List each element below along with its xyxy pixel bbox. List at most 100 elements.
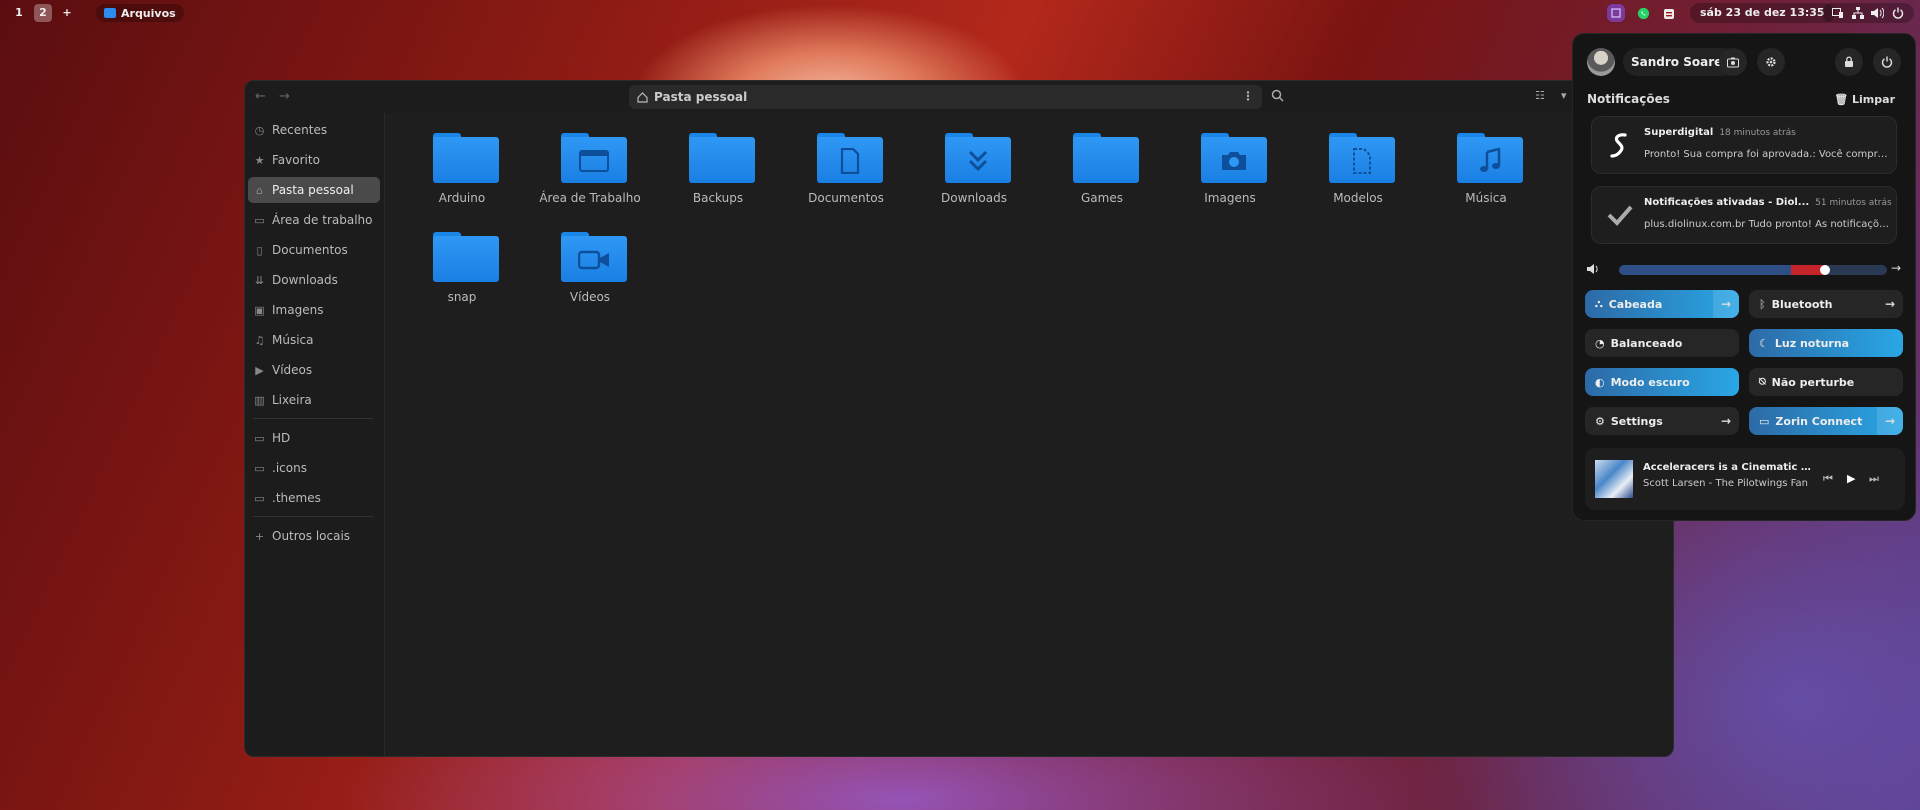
toggle-night-light[interactable]: ☾ Luz noturna: [1749, 329, 1903, 357]
folder-icon: ▭: [254, 461, 265, 475]
volume-slider[interactable]: [1619, 265, 1887, 275]
sidebar-item-pasta-pessoal[interactable]: ⌂ Pasta pessoal: [248, 177, 380, 203]
arrow-right-icon[interactable]: →: [1877, 407, 1903, 435]
plus-icon: +: [254, 529, 265, 543]
sidebar-item-lixeira[interactable]: ▥ Lixeira: [248, 387, 380, 413]
music-icon: ♫: [254, 333, 265, 347]
avatar[interactable]: [1587, 48, 1615, 76]
view-list-icon[interactable]: ☷: [1535, 89, 1545, 102]
folder-musica[interactable]: Música: [1422, 121, 1550, 216]
forward-arrow-icon[interactable]: →: [279, 89, 290, 104]
sidebar-item-videos[interactable]: ▶ Vídeos: [248, 357, 380, 383]
workspace-1[interactable]: 1: [10, 4, 28, 22]
folder-label: Documentos: [808, 191, 884, 205]
toggle-dark-mode[interactable]: ◐ Modo escuro: [1585, 368, 1739, 396]
toggle-wired[interactable]: ⛬ Cabeada →: [1585, 290, 1739, 318]
toggle-do-not-disturb[interactable]: ⍉ Não perturbe: [1749, 368, 1903, 396]
lock-icon[interactable]: [1835, 48, 1863, 76]
clear-notifications-button[interactable]: 🗑︎ Limpar: [1834, 93, 1895, 106]
toggle-bluetooth[interactable]: ᛒ Bluetooth →: [1749, 290, 1903, 318]
active-app-label: Arquivos: [121, 6, 176, 20]
notification-diolinux[interactable]: Notificações ativadas - Diol... 51 minuto…: [1591, 186, 1897, 244]
play-icon[interactable]: ▶: [1847, 472, 1855, 485]
folder-videos[interactable]: Vídeos: [526, 220, 654, 315]
search-icon[interactable]: [1271, 87, 1291, 107]
sidebar-item-label: Área de trabalho: [272, 213, 373, 227]
video-icon: ▶: [255, 363, 264, 377]
sidebar-item-documentos[interactable]: ▯ Documentos: [248, 237, 380, 263]
checkmark-icon: [1604, 199, 1636, 231]
add-workspace-button[interactable]: +: [58, 4, 76, 22]
path-menu-icon[interactable]: ⋮: [1242, 89, 1254, 103]
folder-games[interactable]: Games: [1038, 121, 1166, 216]
back-arrow-icon[interactable]: ←: [255, 89, 266, 104]
sidebar-item-recentes[interactable]: ◷ Recentes: [248, 117, 380, 143]
arrow-right-icon[interactable]: →: [1877, 290, 1903, 318]
toggle-label: Não perturbe: [1771, 375, 1855, 389]
tray-app-icon[interactable]: [1607, 4, 1625, 22]
arrow-right-icon[interactable]: →: [1891, 261, 1901, 275]
screenshot-icon[interactable]: [1719, 48, 1747, 76]
sidebar-item-area-de-trabalho[interactable]: ▭ Área de trabalho: [248, 207, 380, 233]
bell-off-icon: ⍉: [1759, 375, 1766, 388]
drive-icon: ▭: [254, 431, 265, 445]
folder-modelos[interactable]: Modelos: [1294, 121, 1422, 216]
sidebar-item-hd[interactable]: ▭ HD: [248, 425, 380, 451]
document-icon: ▯: [256, 243, 263, 257]
chevron-down-icon[interactable]: ▾: [1561, 89, 1567, 102]
desktop-folder-icon: [561, 133, 627, 183]
file-manager-window: ← → Pasta pessoal ⋮ ☷ ▾ ◷ Recentes ★ Favor…: [244, 80, 1674, 757]
sidebar-item-favorito[interactable]: ★ Favorito: [248, 147, 380, 173]
path-bar[interactable]: Pasta pessoal ⋮: [629, 85, 1262, 109]
clipboard-icon[interactable]: [1660, 4, 1678, 22]
sidebar-item-icons[interactable]: ▭ .icons: [248, 455, 380, 481]
sidebar-item-imagens[interactable]: ▣ Imagens: [248, 297, 380, 323]
network-wired-icon: ⛬: [1595, 297, 1603, 310]
notification-superdigital[interactable]: Superdigital 18 minutos atrás Pronto! Sua…: [1591, 116, 1897, 174]
media-player: Acceleracers is a Cinematic Mas... Scott…: [1585, 448, 1905, 510]
settings-icon: ⚙: [1595, 414, 1605, 428]
toggle-label: Luz noturna: [1774, 336, 1850, 350]
system-status-group[interactable]: [1822, 3, 1914, 23]
volume-row: →: [1587, 261, 1903, 276]
clock[interactable]: sáb 23 de dez 13:35: [1690, 3, 1835, 23]
active-app-indicator[interactable]: Arquivos: [96, 4, 184, 22]
next-track-icon[interactable]: ⏭: [1869, 472, 1879, 486]
folder-label: Música: [1465, 191, 1507, 205]
media-title: Acceleracers is a Cinematic Mas...: [1643, 462, 1813, 473]
arrow-right-icon[interactable]: →: [1713, 407, 1739, 435]
folder-downloads[interactable]: Downloads: [910, 121, 1038, 216]
whatsapp-icon[interactable]: [1634, 4, 1652, 22]
folder-area-de-trabalho[interactable]: Área de Trabalho: [526, 121, 654, 216]
media-artist: Scott Larsen - The Pilotwings Fan: [1643, 478, 1808, 489]
quick-settings-panel: Sandro Soares Notificações 🗑︎ Limpar Sup…: [1572, 33, 1916, 521]
sidebar-item-label: Favorito: [272, 153, 320, 167]
sidebar-item-downloads[interactable]: ⇊ Downloads: [248, 267, 380, 293]
arrow-right-icon[interactable]: →: [1713, 290, 1739, 318]
sidebar-divider: [253, 418, 373, 419]
album-cover[interactable]: [1595, 460, 1633, 498]
folder-arduino[interactable]: Arduino: [398, 121, 526, 216]
toggle-zorin-connect[interactable]: ▭ Zorin Connect →: [1749, 407, 1903, 435]
folder-icon: ▭: [254, 491, 265, 505]
contrast-icon: ◐: [1595, 375, 1605, 389]
power-icon[interactable]: [1873, 48, 1901, 76]
sidebar-item-themes[interactable]: ▭ .themes: [248, 485, 380, 511]
gear-icon[interactable]: [1757, 48, 1785, 76]
notification-app: Notificações ativadas - Diol... 51 minuto…: [1644, 197, 1892, 208]
toggle-power-mode[interactable]: ◔ Balanceado: [1585, 329, 1739, 357]
workspace-2[interactable]: 2: [34, 4, 52, 22]
folder-snap[interactable]: snap: [398, 220, 526, 315]
sidebar-item-outros-locais[interactable]: + Outros locais: [248, 523, 380, 549]
folder-documentos[interactable]: Documentos: [782, 121, 910, 216]
folder-backups[interactable]: Backups: [654, 121, 782, 216]
previous-track-icon[interactable]: ⏮: [1823, 472, 1833, 486]
music-folder-icon: [1457, 133, 1523, 183]
volume-handle[interactable]: [1820, 265, 1830, 275]
folder-label: Modelos: [1333, 191, 1383, 205]
download-icon: ⇊: [254, 273, 265, 287]
sidebar-item-musica[interactable]: ♫ Música: [248, 327, 380, 353]
toggle-settings[interactable]: ⚙ Settings →: [1585, 407, 1739, 435]
folder-imagens[interactable]: Imagens: [1166, 121, 1294, 216]
sidebar-item-label: Imagens: [272, 303, 324, 317]
